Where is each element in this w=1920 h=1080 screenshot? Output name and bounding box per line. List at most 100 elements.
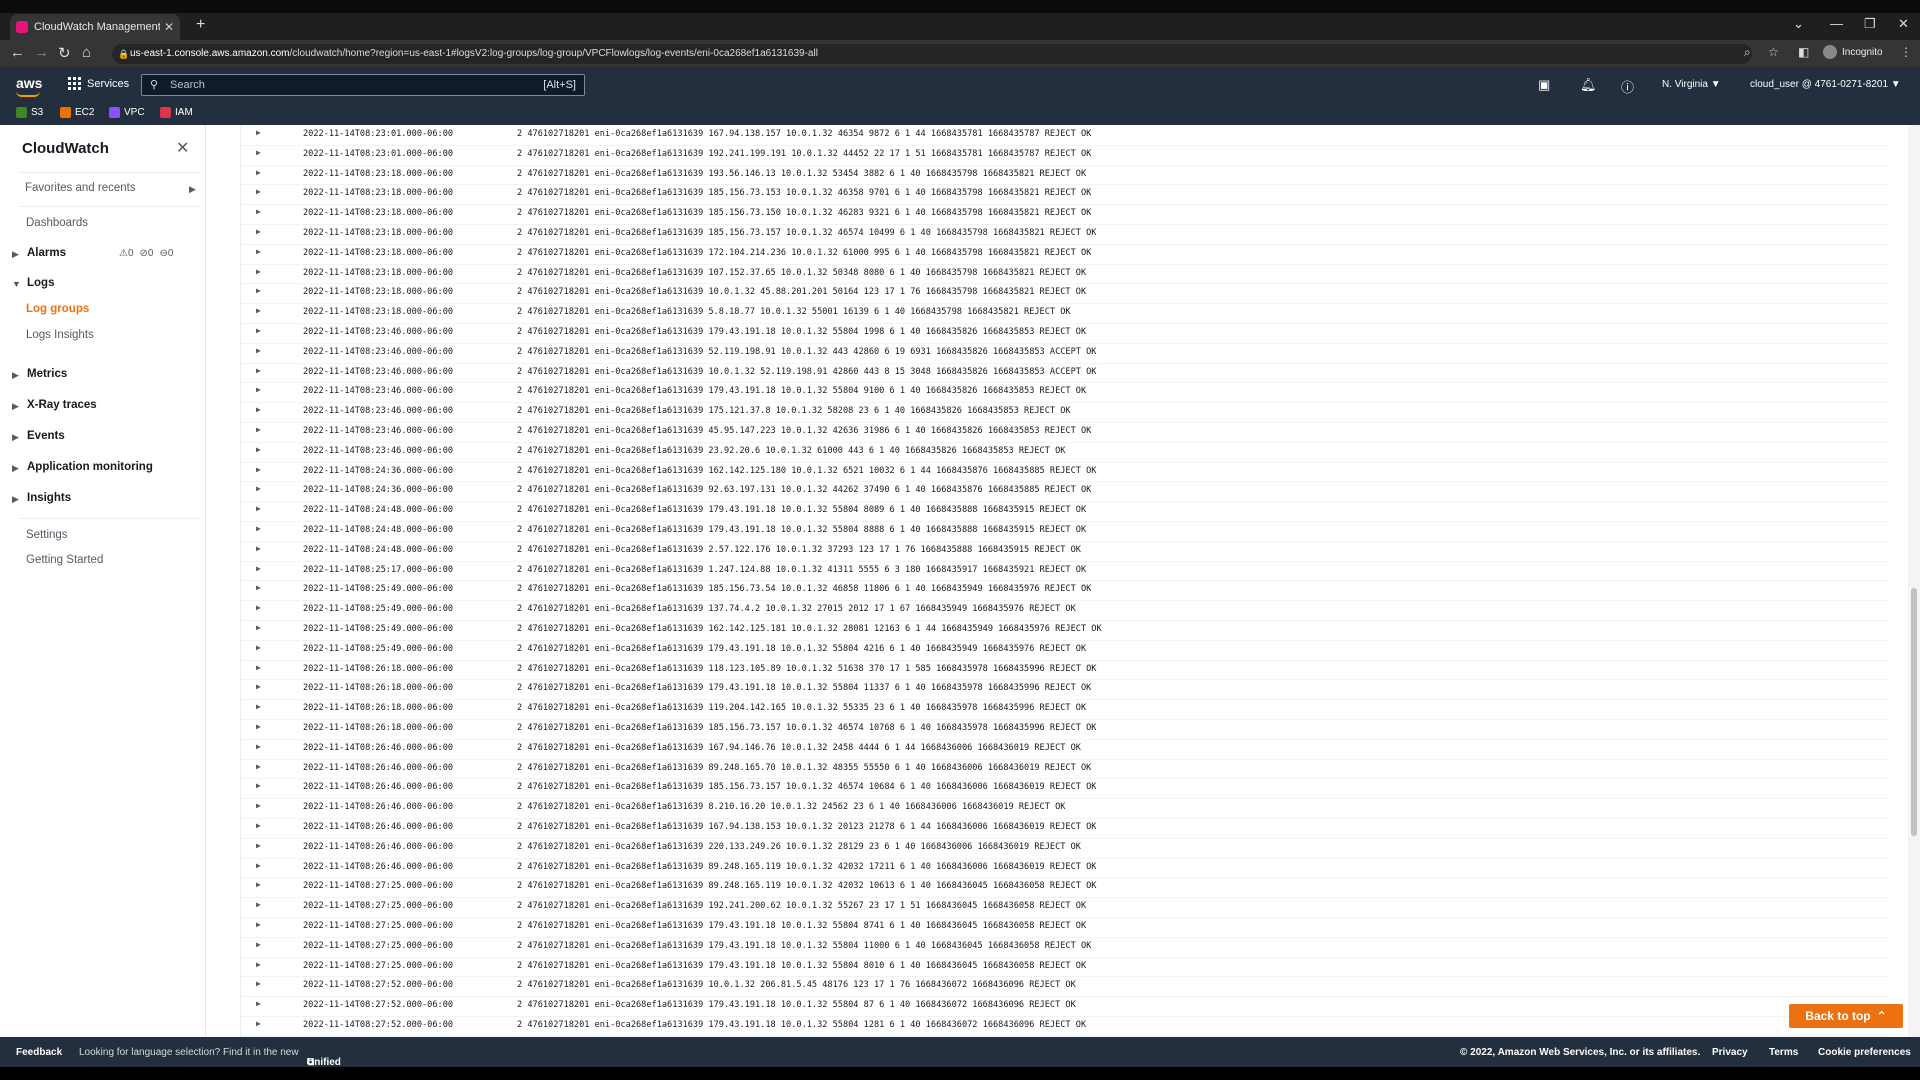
log-event-row[interactable]: ▶ 2022-11-14T08:23:46.000-06:00 2 47610271… [241, 402, 1889, 423]
url-field[interactable]: 🔒 us-east-1.console.aws.amazon.com/cloudw… [112, 44, 1752, 64]
sidebar-item-logs-insights[interactable]: Logs Insights [26, 329, 94, 341]
minimize-icon[interactable]: — [1830, 16, 1843, 31]
expand-row-icon[interactable]: ▶ [256, 722, 261, 731]
browser-tab[interactable]: CloudWatch Management Cons ✕ [10, 14, 180, 40]
favorite-vpc[interactable]: VPC [109, 107, 145, 118]
scrollbar-track[interactable] [1908, 125, 1920, 1037]
expand-row-icon[interactable]: ▶ [256, 385, 261, 394]
log-event-row[interactable]: ▶ 2022-11-14T08:23:01.000-06:00 2 47610271… [241, 125, 1889, 146]
log-event-row[interactable]: ▶ 2022-11-14T08:23:01.000-06:00 2 47610271… [241, 145, 1889, 166]
expand-row-icon[interactable]: ▶ [256, 187, 261, 196]
browser-menu-icon[interactable]: ⋮ [1900, 45, 1912, 59]
expand-row-icon[interactable]: ▶ [256, 346, 261, 355]
log-event-row[interactable]: ▶ 2022-11-14T08:26:46.000-06:00 2 47610271… [241, 798, 1889, 819]
expand-row-icon[interactable]: ▶ [256, 306, 261, 315]
log-event-row[interactable]: ▶ 2022-11-14T08:25:49.000-06:00 2 47610271… [241, 600, 1889, 621]
expand-row-icon[interactable]: ▶ [256, 999, 261, 1008]
log-event-row[interactable]: ▶ 2022-11-14T08:23:46.000-06:00 2 47610271… [241, 363, 1889, 384]
expand-row-icon[interactable]: ▶ [256, 504, 261, 513]
close-window-icon[interactable]: ✕ [1898, 16, 1909, 32]
log-event-row[interactable]: ▶ 2022-11-14T08:25:49.000-06:00 2 47610271… [241, 580, 1889, 602]
log-event-row[interactable]: ▶ 2022-11-14T08:24:48.000-06:00 2 47610271… [241, 501, 1889, 522]
back-to-top-button[interactable]: Back to top ⌃ [1789, 1004, 1903, 1028]
log-event-row[interactable]: ▶ 2022-11-14T08:27:25.000-06:00 2 47610271… [241, 897, 1889, 918]
expand-row-icon[interactable]: ▶ [256, 643, 261, 652]
favorite-iam[interactable]: IAM [160, 107, 193, 118]
log-event-row[interactable]: ▶ 2022-11-14T08:23:46.000-06:00 2 47610271… [241, 422, 1889, 443]
reload-icon[interactable]: ↻ [58, 44, 71, 62]
expand-row-icon[interactable]: ▶ [256, 900, 261, 909]
favorite-s3[interactable]: S3 [16, 107, 43, 118]
expand-row-icon[interactable]: ▶ [256, 762, 261, 771]
log-event-row[interactable]: ▶ 2022-11-14T08:27:25.000-06:00 2 47610271… [241, 937, 1889, 958]
log-event-row[interactable]: ▶ 2022-11-14T08:24:48.000-06:00 2 47610271… [241, 541, 1889, 562]
expand-row-icon[interactable]: ▶ [256, 979, 261, 988]
expand-row-icon[interactable]: ▶ [256, 445, 261, 454]
log-event-row[interactable]: ▶ 2022-11-14T08:26:18.000-06:00 2 47610271… [241, 660, 1889, 681]
sidebar-item-logs[interactable]: Logs [27, 277, 54, 289]
app-monitoring-caret-icon[interactable]: ▶ [12, 463, 19, 474]
log-event-row[interactable]: ▶ 2022-11-14T08:26:18.000-06:00 2 47610271… [241, 679, 1889, 701]
log-event-row[interactable]: ▶ 2022-11-14T08:23:18.000-06:00 2 47610271… [241, 184, 1889, 206]
expand-row-icon[interactable]: ▶ [256, 801, 261, 810]
forward-icon[interactable]: → [34, 44, 49, 61]
expand-row-icon[interactable]: ▶ [256, 128, 261, 137]
sidebar-item-dashboards[interactable]: Dashboards [26, 217, 88, 229]
log-event-row[interactable]: ▶ 2022-11-14T08:23:18.000-06:00 2 47610271… [241, 283, 1889, 305]
expand-row-icon[interactable]: ▶ [256, 960, 261, 969]
log-event-row[interactable]: ▶ 2022-11-14T08:27:52.000-06:00 2 47610271… [241, 996, 1889, 1017]
log-event-row[interactable]: ▶ 2022-11-14T08:24:48.000-06:00 2 47610271… [241, 521, 1889, 542]
sidebar-item-application-monitoring[interactable]: Application monitoring [27, 461, 153, 473]
alarms-caret-icon[interactable]: ▶ [12, 249, 19, 260]
expand-row-icon[interactable]: ▶ [256, 267, 261, 276]
expand-row-icon[interactable]: ▶ [256, 781, 261, 790]
expand-row-icon[interactable]: ▶ [256, 583, 261, 592]
aws-logo[interactable]: aws [16, 75, 42, 97]
notifications-bell-icon[interactable]: 🔔︎ [1580, 77, 1597, 93]
log-event-row[interactable]: ▶ 2022-11-14T08:23:18.000-06:00 2 47610271… [241, 224, 1889, 245]
sidebar-item-events[interactable]: Events [27, 430, 65, 442]
log-event-row[interactable]: ▶ 2022-11-14T08:27:25.000-06:00 2 47610271… [241, 917, 1889, 938]
expand-row-icon[interactable]: ▶ [256, 247, 261, 256]
log-event-row[interactable]: ▶ 2022-11-14T08:23:18.000-06:00 2 47610271… [241, 165, 1889, 186]
log-event-row[interactable]: ▶ 2022-11-14T08:24:36.000-06:00 2 47610271… [241, 481, 1889, 503]
expand-row-icon[interactable]: ▶ [256, 148, 261, 157]
expand-row-icon[interactable]: ▶ [256, 861, 261, 870]
cloudshell-icon[interactable]: ▣ [1538, 77, 1550, 93]
xray-caret-icon[interactable]: ▶ [12, 401, 19, 412]
log-event-row[interactable]: ▶ 2022-11-14T08:27:25.000-06:00 2 47610271… [241, 877, 1889, 899]
expand-row-icon[interactable]: ▶ [256, 465, 261, 474]
terms-link[interactable]: Terms [1769, 1047, 1798, 1058]
aws-search-input[interactable]: ⚲ Search [Alt+S] [141, 74, 585, 96]
expand-row-icon[interactable]: ▶ [256, 742, 261, 751]
favorite-ec2[interactable]: EC2 [60, 107, 94, 118]
insights-caret-icon[interactable]: ▶ [12, 494, 19, 505]
log-event-row[interactable]: ▶ 2022-11-14T08:26:18.000-06:00 2 47610271… [241, 719, 1889, 740]
close-tab-icon[interactable]: ✕ [164, 20, 174, 34]
zoom-icon[interactable]: ⌕ [1744, 45, 1751, 60]
expand-row-icon[interactable]: ▶ [256, 227, 261, 236]
log-event-row[interactable]: ▶ 2022-11-14T08:27:52.000-06:00 2 47610271… [241, 976, 1889, 998]
cookie-preferences-link[interactable]: Cookie preferences [1818, 1047, 1911, 1058]
expand-row-icon[interactable]: ▶ [256, 207, 261, 216]
log-event-row[interactable]: ▶ 2022-11-14T08:27:52.000-06:00 2 47610271… [241, 1016, 1889, 1037]
log-event-row[interactable]: ▶ 2022-11-14T08:26:46.000-06:00 2 47610271… [241, 759, 1889, 780]
expand-row-icon[interactable]: ▶ [256, 405, 261, 414]
tab-search-chevron-icon[interactable]: ⌄ [1793, 16, 1804, 32]
expand-row-icon[interactable]: ▶ [256, 880, 261, 889]
log-event-row[interactable]: ▶ 2022-11-14T08:26:46.000-06:00 2 47610271… [241, 858, 1889, 879]
log-event-row[interactable]: ▶ 2022-11-14T08:26:18.000-06:00 2 47610271… [241, 699, 1889, 720]
side-panel-icon[interactable]: ◧ [1798, 45, 1809, 59]
expand-row-icon[interactable]: ▶ [256, 841, 261, 850]
logs-expanded-caret-icon[interactable]: ▼ [12, 279, 21, 289]
log-event-row[interactable]: ▶ 2022-11-14T08:25:49.000-06:00 2 47610271… [241, 620, 1889, 641]
expand-row-icon[interactable]: ▶ [256, 366, 261, 375]
expand-row-icon[interactable]: ▶ [256, 484, 261, 493]
expand-row-icon[interactable]: ▶ [256, 821, 261, 830]
expand-row-icon[interactable]: ▶ [256, 603, 261, 612]
log-event-row[interactable]: ▶ 2022-11-14T08:23:46.000-06:00 2 47610271… [241, 442, 1889, 463]
log-event-row[interactable]: ▶ 2022-11-14T08:26:46.000-06:00 2 47610271… [241, 838, 1889, 859]
expand-row-icon[interactable]: ▶ [256, 286, 261, 295]
feedback-link[interactable]: Feedback [16, 1047, 62, 1058]
log-event-row[interactable]: ▶ 2022-11-14T08:23:18.000-06:00 2 47610271… [241, 204, 1889, 225]
